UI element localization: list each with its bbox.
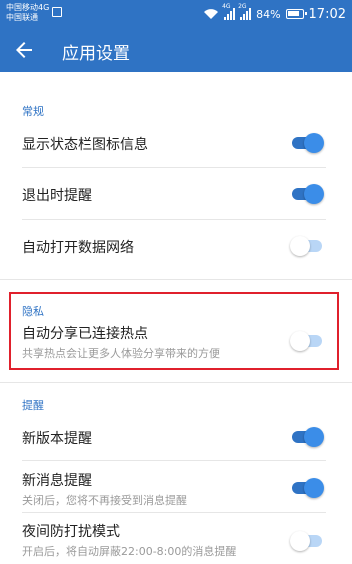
signal-icon-1: 4G	[222, 3, 236, 20]
setting-desc-night-mode: 开启后，将自动屏蔽22:00-8:00的消息提醒	[22, 545, 237, 558]
wifi-icon	[204, 9, 219, 19]
divider	[22, 512, 326, 513]
setting-desc-new-message: 关闭后，您将不再接受到消息提醒	[22, 494, 187, 507]
divider	[22, 219, 326, 220]
setting-label-show-status-icon: 显示状态栏图标信息	[22, 137, 148, 153]
divider	[22, 460, 326, 461]
toggle-new-version[interactable]	[290, 426, 324, 448]
network-type-1: 4G	[222, 3, 231, 10]
setting-label-new-message: 新消息提醒	[22, 473, 92, 489]
page-title: 应用设置	[62, 44, 130, 64]
section-title-reminder: 提醒	[22, 399, 44, 412]
setting-desc-auto-share-hotspot: 共享热点会让更多人体验分享带来的方便	[22, 347, 220, 360]
carrier-info: 中国移动4G 中国联通	[6, 3, 49, 23]
clock: 17:02	[308, 6, 346, 22]
toggle-night-mode[interactable]	[290, 530, 324, 552]
setting-label-new-version: 新版本提醒	[22, 431, 92, 447]
section-title-general: 常规	[22, 105, 44, 118]
setting-label-auto-data-network: 自动打开数据网络	[22, 240, 134, 256]
toggle-exit-reminder[interactable]	[290, 183, 324, 205]
section-title-privacy: 隐私	[22, 305, 44, 318]
app-bar: 应用设置	[0, 28, 352, 72]
carrier-line-2: 中国联通	[6, 13, 38, 22]
network-type-2: 2G	[238, 3, 247, 10]
battery-percent: 84%	[256, 7, 281, 21]
image-notification-icon	[52, 7, 62, 17]
toggle-auto-data-network[interactable]	[290, 235, 324, 257]
back-arrow-icon[interactable]	[12, 38, 36, 62]
toggle-show-status-icon[interactable]	[290, 132, 324, 154]
signal-icon-2: 2G	[238, 3, 252, 20]
setting-label-night-mode: 夜间防打扰模式	[22, 524, 120, 540]
status-bar: 中国移动4G 中国联通 4G 2G 84% 17:02	[0, 0, 352, 28]
setting-label-exit-reminder: 退出时提醒	[22, 188, 92, 204]
carrier-line-1: 中国移动4G	[6, 3, 50, 12]
battery-icon	[285, 9, 307, 19]
toggle-new-message[interactable]	[290, 477, 324, 499]
divider	[22, 167, 326, 168]
section-divider	[0, 279, 352, 280]
section-divider	[0, 382, 352, 383]
toggle-auto-share-hotspot[interactable]	[290, 330, 324, 352]
setting-label-auto-share-hotspot: 自动分享已连接热点	[22, 326, 148, 342]
